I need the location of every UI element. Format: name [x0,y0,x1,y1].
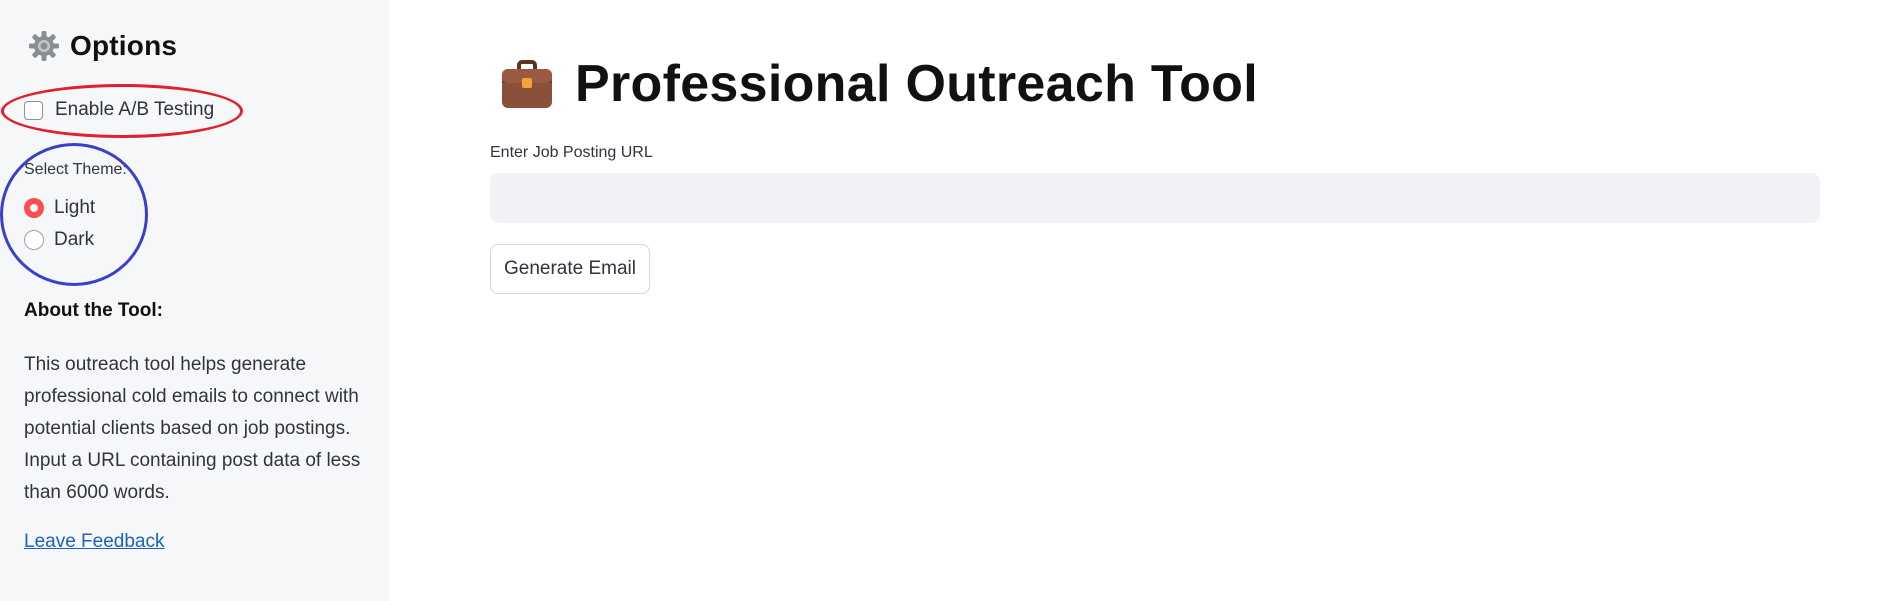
page-title: Professional Outreach Tool [575,55,1258,113]
leave-feedback-link[interactable]: Leave Feedback [24,531,165,553]
generate-email-button[interactable]: Generate Email [490,244,650,294]
gear-icon [29,31,59,61]
theme-label: Select Theme: [24,161,127,178]
sidebar-title: Options [70,30,178,61]
theme-option-light[interactable]: Light [24,197,95,219]
theme-option-label: Dark [54,229,95,250]
theme-option-dark[interactable]: Dark [24,229,94,251]
ab-testing-label: Enable A/B Testing [55,99,215,120]
main-header: Professional Outreach Tool [499,54,1258,114]
radio-selected[interactable] [24,198,44,218]
radio-unselected[interactable] [24,230,44,250]
briefcase-icon [502,60,552,108]
url-input-label: Enter Job Posting URL [490,144,653,161]
sidebar: Options Enable A/B Testing Select Theme:… [0,0,389,601]
ab-testing-checkbox[interactable]: Enable A/B Testing [24,99,214,121]
theme-option-label: Light [54,197,96,218]
checkbox-box[interactable] [24,100,43,120]
about-text: This outreach tool helps generate profes… [24,354,361,503]
sidebar-header: Options [28,30,177,62]
job-url-input[interactable] [490,173,1820,223]
about-title: About the Tool: [24,300,163,321]
